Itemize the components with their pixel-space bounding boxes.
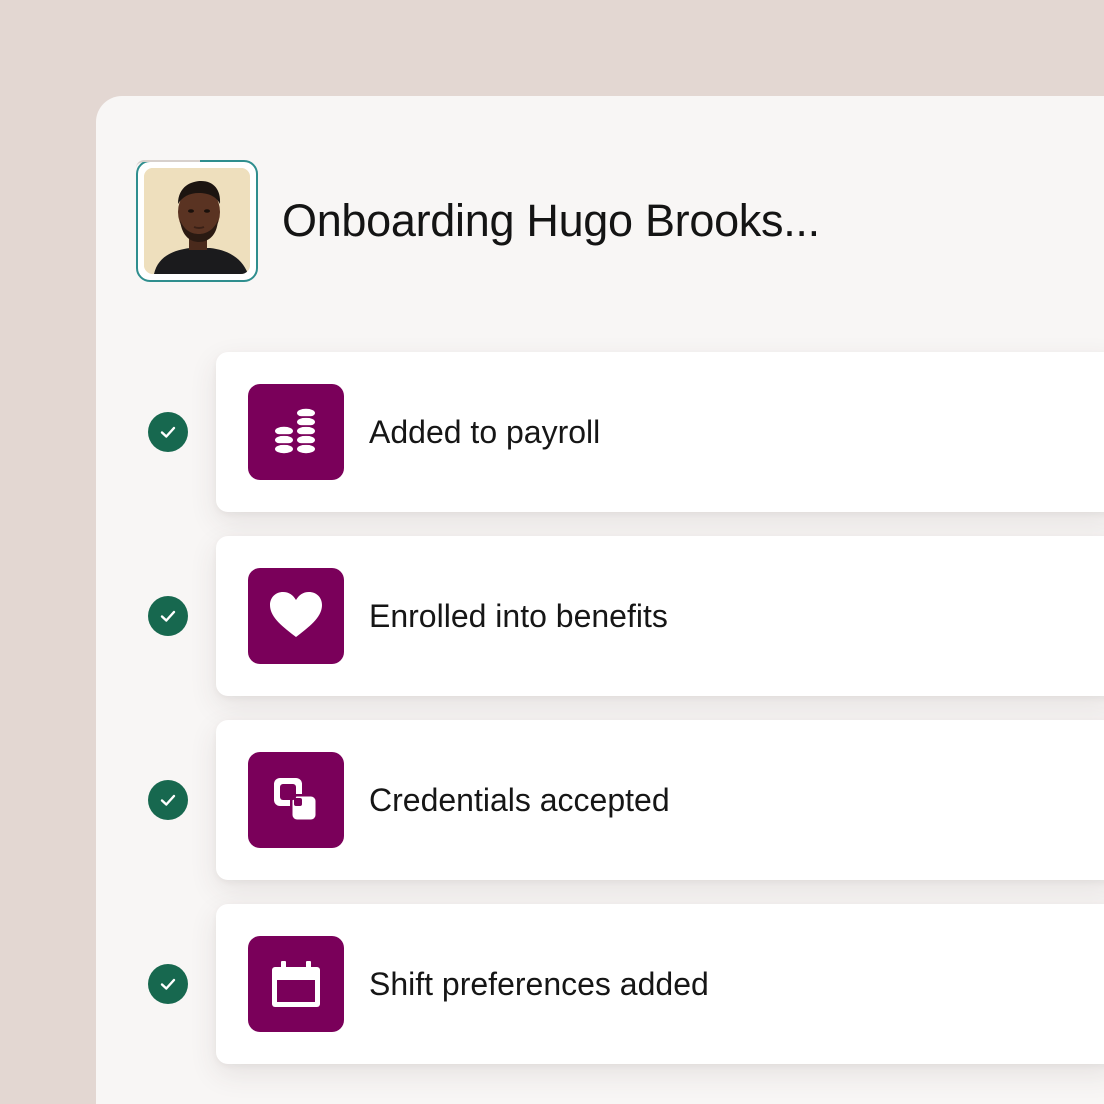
- avatar: [144, 168, 250, 274]
- coins-icon: [274, 408, 316, 454]
- avatar-illustration: [144, 168, 250, 274]
- step-label: Added to payroll: [369, 414, 601, 450]
- onboarding-header: Onboarding Hugo Brooks...: [136, 160, 820, 282]
- step-card-payroll[interactable]: Added to payroll: [216, 352, 1104, 512]
- step-card-credentials[interactable]: Credentials accepted: [216, 720, 1104, 880]
- calendar-icon: [272, 961, 320, 1007]
- step-label: Shift preferences added: [369, 966, 709, 1002]
- credentials-icon: [274, 778, 318, 822]
- step-row-shift: Shift preferences added: [96, 904, 1104, 1064]
- check-icon: [148, 780, 188, 820]
- heart-icon: [270, 592, 322, 637]
- step-card-shift[interactable]: Shift preferences added: [216, 904, 1104, 1064]
- step-icon-tile: [248, 752, 344, 848]
- step-row-benefits: Enrolled into benefits: [96, 536, 1104, 696]
- step-icon-tile: [248, 568, 344, 664]
- avatar-frame: [136, 160, 258, 282]
- check-icon: [148, 596, 188, 636]
- check-icon: [148, 412, 188, 452]
- step-label: Credentials accepted: [369, 782, 670, 818]
- step-row-payroll: Added to payroll: [96, 352, 1104, 512]
- step-card-benefits[interactable]: Enrolled into benefits: [216, 536, 1104, 696]
- page-title: Onboarding Hugo Brooks...: [282, 195, 820, 246]
- step-row-credentials: Credentials accepted: [96, 720, 1104, 880]
- step-icon-tile: [248, 936, 344, 1032]
- onboarding-panel: Onboarding Hugo Brooks... Added to payro…: [96, 96, 1104, 1104]
- step-icon-tile: [248, 384, 344, 480]
- check-icon: [148, 964, 188, 1004]
- step-label: Enrolled into benefits: [369, 598, 668, 634]
